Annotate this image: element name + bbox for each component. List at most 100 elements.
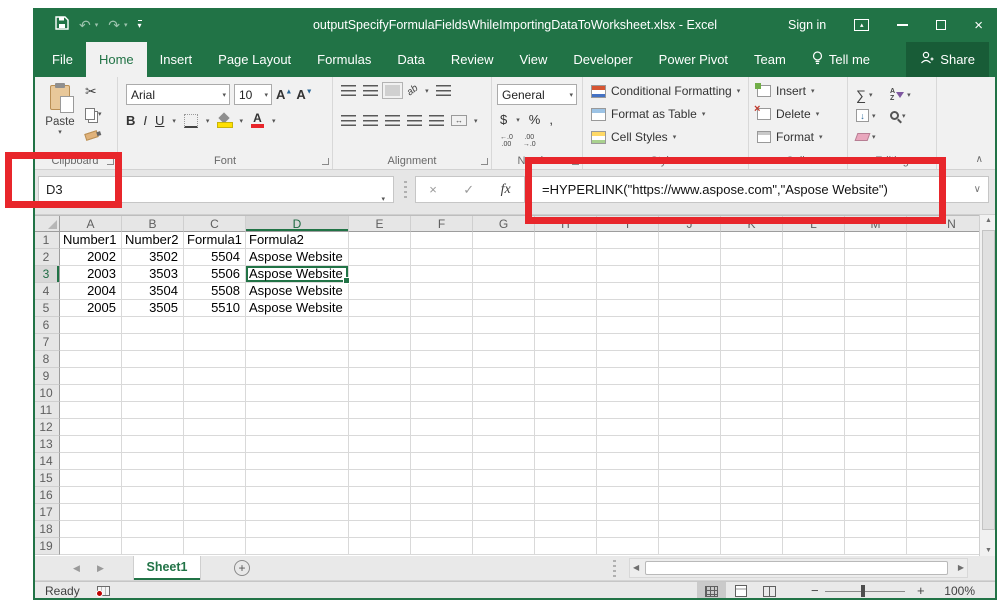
cell-D16[interactable] xyxy=(246,487,349,504)
row-header-5[interactable]: 5 xyxy=(33,300,60,317)
normal-view-button[interactable] xyxy=(697,582,726,600)
cell-D6[interactable] xyxy=(246,317,349,334)
cell-L16[interactable] xyxy=(783,487,845,504)
cell-D17[interactable] xyxy=(246,504,349,521)
cell-M11[interactable] xyxy=(845,402,907,419)
cell-L10[interactable] xyxy=(783,385,845,402)
cell-D18[interactable] xyxy=(246,521,349,538)
cell-L6[interactable] xyxy=(783,317,845,334)
cell-L1[interactable] xyxy=(783,232,845,249)
cell-B19[interactable] xyxy=(122,538,184,555)
cell-I15[interactable] xyxy=(597,470,659,487)
font-size-dropdown-icon[interactable]: ▾ xyxy=(264,91,268,99)
cell-H6[interactable] xyxy=(535,317,597,334)
cell-H1[interactable] xyxy=(535,232,597,249)
cell-G14[interactable] xyxy=(473,453,535,470)
cell-L11[interactable] xyxy=(783,402,845,419)
vertical-scrollbar[interactable]: ▲ ▼ xyxy=(979,215,997,556)
name-box-dropdown-icon[interactable]: ▾ xyxy=(381,187,385,212)
next-sheet-icon[interactable]: ▶ xyxy=(97,556,104,581)
undo-dropdown-icon[interactable]: ▾ xyxy=(95,21,99,29)
expand-formula-bar-icon[interactable]: ∨ xyxy=(974,177,981,202)
cell-I13[interactable] xyxy=(597,436,659,453)
close-button[interactable]: × xyxy=(960,8,997,42)
cell-H3[interactable] xyxy=(535,266,597,283)
cell-H2[interactable] xyxy=(535,249,597,266)
cell-J17[interactable] xyxy=(659,504,721,521)
cell-G13[interactable] xyxy=(473,436,535,453)
cell-K11[interactable] xyxy=(721,402,783,419)
column-header-B[interactable]: B xyxy=(122,216,184,232)
cell-C17[interactable] xyxy=(184,504,246,521)
cell-G16[interactable] xyxy=(473,487,535,504)
cell-H14[interactable] xyxy=(535,453,597,470)
save-icon[interactable] xyxy=(55,16,69,35)
cell-I6[interactable] xyxy=(597,317,659,334)
cell-C15[interactable] xyxy=(184,470,246,487)
collapse-ribbon-icon[interactable]: ∧ xyxy=(976,154,983,165)
cell-J2[interactable] xyxy=(659,249,721,266)
cell-M15[interactable] xyxy=(845,470,907,487)
row-header-15[interactable]: 15 xyxy=(33,470,60,487)
cell-H11[interactable] xyxy=(535,402,597,419)
cell-M1[interactable] xyxy=(845,232,907,249)
cell-M5[interactable] xyxy=(845,300,907,317)
cell-J3[interactable] xyxy=(659,266,721,283)
cell-A6[interactable] xyxy=(60,317,122,334)
cell-G18[interactable] xyxy=(473,521,535,538)
cell-J6[interactable] xyxy=(659,317,721,334)
cell-G3[interactable] xyxy=(473,266,535,283)
percent-style-button[interactable]: % xyxy=(529,112,541,127)
cell-B18[interactable] xyxy=(122,521,184,538)
format-as-table-dropdown-icon[interactable]: ▾ xyxy=(702,110,706,118)
zoom-in-button[interactable]: + xyxy=(917,582,925,600)
undo-icon[interactable]: ↶ xyxy=(79,17,91,34)
column-header-D[interactable]: D xyxy=(246,216,349,232)
cell-J13[interactable] xyxy=(659,436,721,453)
previous-sheet-icon[interactable]: ◀ xyxy=(73,556,80,581)
cell-B13[interactable] xyxy=(122,436,184,453)
cell-F4[interactable] xyxy=(411,283,473,300)
cell-C6[interactable] xyxy=(184,317,246,334)
cell-D8[interactable] xyxy=(246,351,349,368)
cell-H19[interactable] xyxy=(535,538,597,555)
autosum-dropdown-icon[interactable]: ▾ xyxy=(869,91,873,99)
cut-button[interactable]: ✂ xyxy=(85,83,102,100)
cell-K14[interactable] xyxy=(721,453,783,470)
cell-J1[interactable] xyxy=(659,232,721,249)
cell-L18[interactable] xyxy=(783,521,845,538)
cell-G2[interactable] xyxy=(473,249,535,266)
cell-I9[interactable] xyxy=(597,368,659,385)
increase-font-size-button[interactable]: A▲ xyxy=(276,87,292,102)
decrease-decimal-button[interactable]: .00 →.0 xyxy=(523,134,536,148)
minimize-button[interactable] xyxy=(883,8,922,42)
tab-page-layout[interactable]: Page Layout xyxy=(205,42,304,77)
cell-D11[interactable] xyxy=(246,402,349,419)
cell-I7[interactable] xyxy=(597,334,659,351)
cell-D5[interactable]: Aspose Website xyxy=(246,300,349,317)
select-all-button[interactable] xyxy=(33,216,60,232)
font-color-dropdown-icon[interactable]: ▾ xyxy=(272,117,276,125)
cell-E19[interactable] xyxy=(349,538,411,555)
cell-G15[interactable] xyxy=(473,470,535,487)
cell-B1[interactable]: Number2 xyxy=(122,232,184,249)
cell-J14[interactable] xyxy=(659,453,721,470)
middle-align-icon[interactable] xyxy=(363,85,378,96)
fill-dropdown-icon[interactable]: ▾ xyxy=(872,112,876,120)
cell-D2[interactable]: Aspose Website xyxy=(246,249,349,266)
cell-A8[interactable] xyxy=(60,351,122,368)
cell-F3[interactable] xyxy=(411,266,473,283)
cell-A11[interactable] xyxy=(60,402,122,419)
cell-B6[interactable] xyxy=(122,317,184,334)
font-size-combo[interactable]: 10▾ xyxy=(234,84,272,105)
cell-C7[interactable] xyxy=(184,334,246,351)
cell-I8[interactable] xyxy=(597,351,659,368)
cell-C3[interactable]: 5506 xyxy=(184,266,246,283)
enter-icon[interactable]: ✓ xyxy=(463,182,474,198)
underline-dropdown-icon[interactable]: ▾ xyxy=(172,117,176,125)
share-button[interactable]: Share xyxy=(906,42,989,77)
cell-G9[interactable] xyxy=(473,368,535,385)
bottom-align-icon[interactable] xyxy=(385,85,400,96)
decrease-indent-icon[interactable] xyxy=(407,115,422,126)
cell-F1[interactable] xyxy=(411,232,473,249)
